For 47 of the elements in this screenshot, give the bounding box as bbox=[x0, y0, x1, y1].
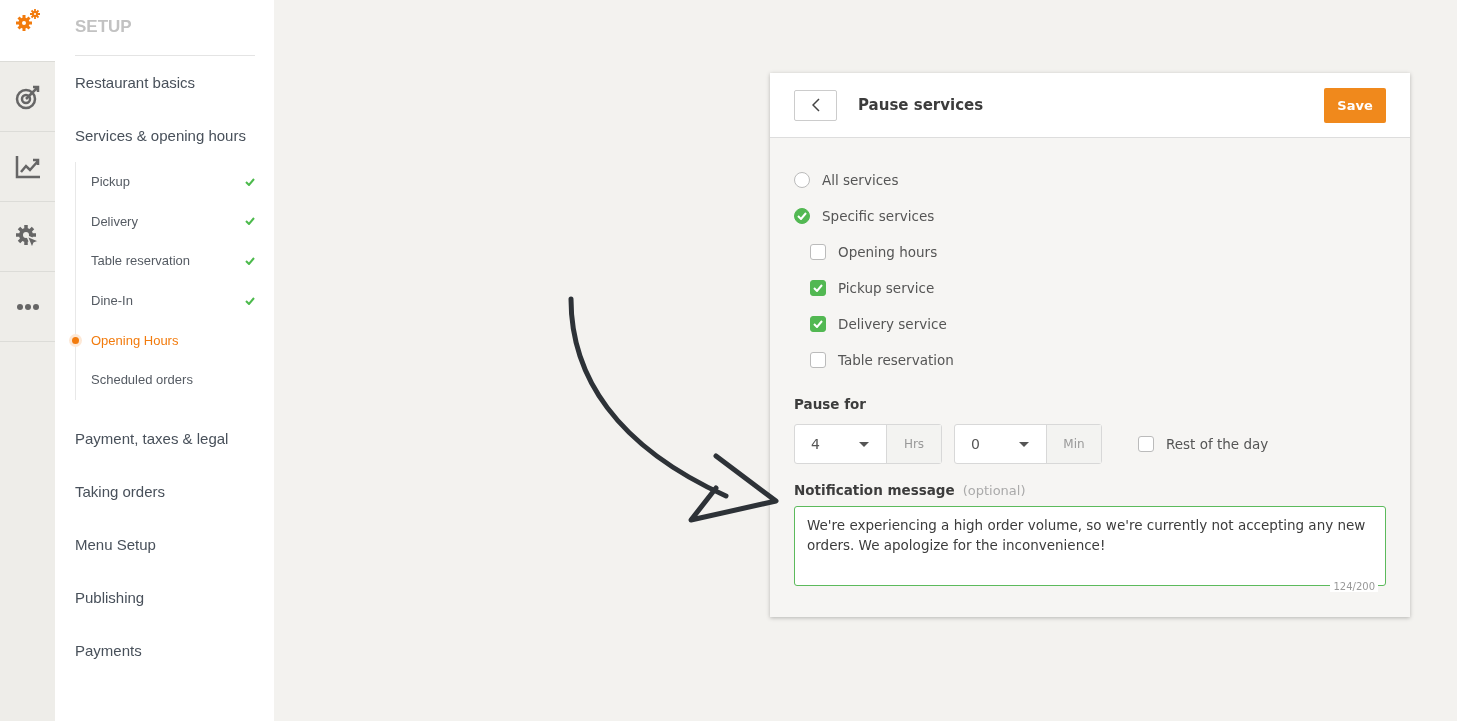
target-icon bbox=[14, 83, 41, 110]
checkbox-label: Delivery service bbox=[838, 316, 947, 332]
dialog-title: Pause services bbox=[858, 96, 985, 114]
character-counter: 124/200 bbox=[1330, 581, 1378, 592]
back-button[interactable] bbox=[794, 89, 837, 121]
radio-label: All services bbox=[822, 172, 899, 188]
chart-icon bbox=[14, 153, 41, 180]
caret-icon bbox=[859, 441, 869, 447]
check-icon bbox=[813, 284, 823, 292]
sidebar-title: SETUP bbox=[75, 0, 255, 56]
caret-icon bbox=[1019, 441, 1029, 447]
unit-label: Hrs bbox=[886, 425, 941, 463]
checkbox-label: Rest of the day bbox=[1166, 436, 1269, 452]
sidebar-item[interactable]: Menu Setup bbox=[75, 517, 255, 571]
sidebar-item[interactable]: Services & opening hours bbox=[75, 109, 255, 162]
gears-icon bbox=[14, 8, 41, 34]
sidebar-item[interactable]: Restaurant basics bbox=[75, 56, 255, 109]
sidebar-item[interactable]: Payment, taxes & legal bbox=[75, 411, 255, 465]
check-icon bbox=[797, 212, 807, 220]
checkbox[interactable] bbox=[810, 352, 826, 368]
sidebar-item[interactable]: Publishing bbox=[75, 570, 255, 624]
sidebar-subitem[interactable]: Pickup bbox=[91, 174, 245, 190]
checkbox-label: Opening hours bbox=[838, 244, 938, 260]
check-icon bbox=[813, 320, 823, 328]
sidebar-item[interactable]: Payments bbox=[75, 623, 255, 677]
checkbox-label: Pickup service bbox=[838, 280, 935, 296]
minutes-select[interactable]: 0 Min bbox=[954, 424, 1102, 464]
sidebar-subitem[interactable]: Delivery bbox=[91, 213, 245, 229]
sidebar-subitem[interactable]: Table reservation bbox=[91, 253, 245, 269]
sidebar-subitem[interactable]: Dine-In bbox=[91, 293, 245, 309]
pause-for-label: Pause for bbox=[794, 396, 867, 412]
checkbox[interactable] bbox=[810, 244, 826, 260]
sidebar-item[interactable]: Taking orders bbox=[75, 464, 255, 518]
message-label: Notification message bbox=[794, 482, 955, 498]
radio-label: Specific services bbox=[822, 208, 935, 224]
checkbox[interactable] bbox=[810, 316, 826, 332]
radio-button[interactable] bbox=[794, 172, 810, 188]
checkbox[interactable] bbox=[1138, 436, 1154, 452]
hours-select[interactable]: 4 Hrs bbox=[794, 424, 942, 464]
checkbox[interactable] bbox=[810, 280, 826, 296]
optional-hint: (optional) bbox=[962, 483, 1026, 498]
chevron-left-icon bbox=[811, 98, 820, 112]
radio-button[interactable] bbox=[794, 208, 810, 224]
unit-label: Min bbox=[1046, 425, 1101, 463]
checkbox-label: Table reservation bbox=[838, 352, 954, 368]
sidebar-subitem[interactable]: Scheduled orders bbox=[91, 372, 255, 388]
more-icon bbox=[15, 302, 40, 311]
